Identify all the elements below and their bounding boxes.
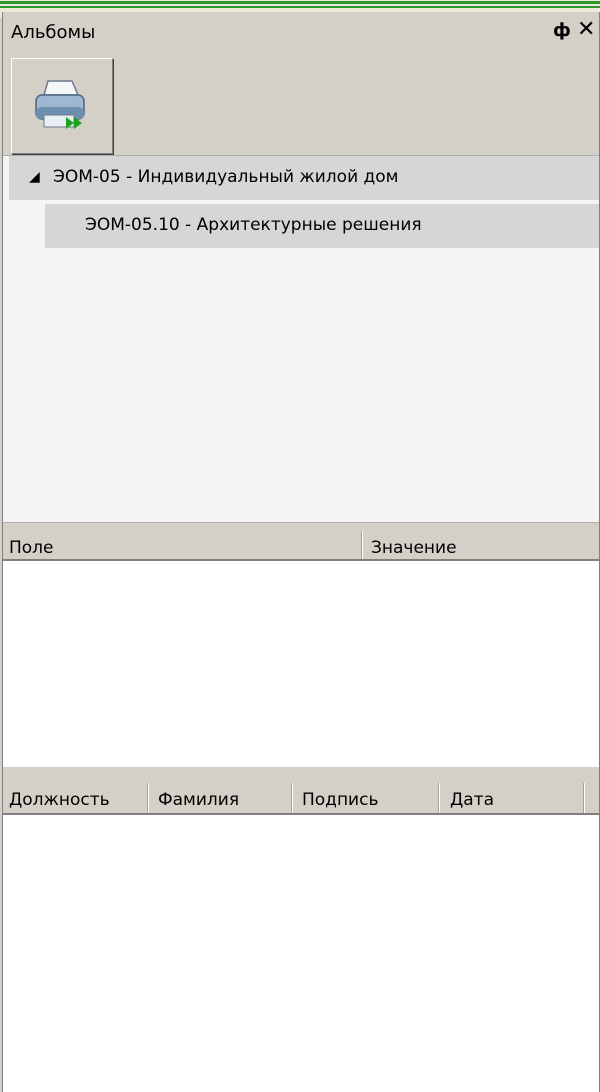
expand-arrow-icon[interactable]: ◢ — [29, 169, 40, 185]
tree-item-label: ЭОМ-05.10 - Архитектурные решения — [85, 215, 422, 235]
column-divider[interactable] — [583, 783, 585, 813]
column-divider[interactable] — [291, 783, 293, 813]
column-header-signature[interactable]: Подпись — [302, 790, 378, 810]
top-green-stripe — [0, 1, 600, 4]
close-icon[interactable]: ✕ — [577, 17, 595, 42]
column-header-field[interactable]: Поле — [9, 538, 54, 558]
top-green-stripe-2 — [0, 6, 600, 8]
tree-item-root[interactable]: ◢ ЭОМ-05 - Индивидуальный жилой дом — [9, 156, 599, 200]
column-header-surname[interactable]: Фамилия — [158, 790, 239, 810]
panel-title: Альбомы — [11, 22, 96, 43]
albums-tree: ◢ ЭОМ-05 - Индивидуальный жилой дом ЭОМ-… — [3, 155, 599, 522]
tree-item-label: ЭОМ-05 - Индивидуальный жилой дом — [53, 167, 399, 187]
print-button[interactable] — [11, 58, 113, 154]
column-divider[interactable] — [438, 783, 440, 813]
signatures-grid[interactable] — [3, 815, 599, 1092]
column-divider[interactable] — [361, 531, 363, 559]
signatures-header: Должность Фамилия Подпись Дата — [3, 769, 599, 815]
column-header-position[interactable]: Должность — [9, 790, 110, 810]
column-header-date[interactable]: Дата — [450, 790, 494, 810]
albums-panel: Альбомы ф ✕ ◢ ЭОМ-05 - Индивидуальный жи… — [2, 12, 600, 1092]
panel-toolbar — [3, 54, 599, 160]
printer-forward-icon — [35, 80, 85, 129]
tree-item-child[interactable]: ЭОМ-05.10 - Архитектурные решения — [45, 204, 599, 248]
pin-icon[interactable]: ф — [553, 20, 571, 41]
properties-header: Поле Значение — [3, 522, 599, 561]
properties-grid[interactable] — [3, 561, 599, 767]
column-header-value[interactable]: Значение — [371, 538, 457, 558]
panel-titlebar: Альбомы ф ✕ — [3, 12, 599, 54]
column-divider[interactable] — [147, 783, 149, 813]
